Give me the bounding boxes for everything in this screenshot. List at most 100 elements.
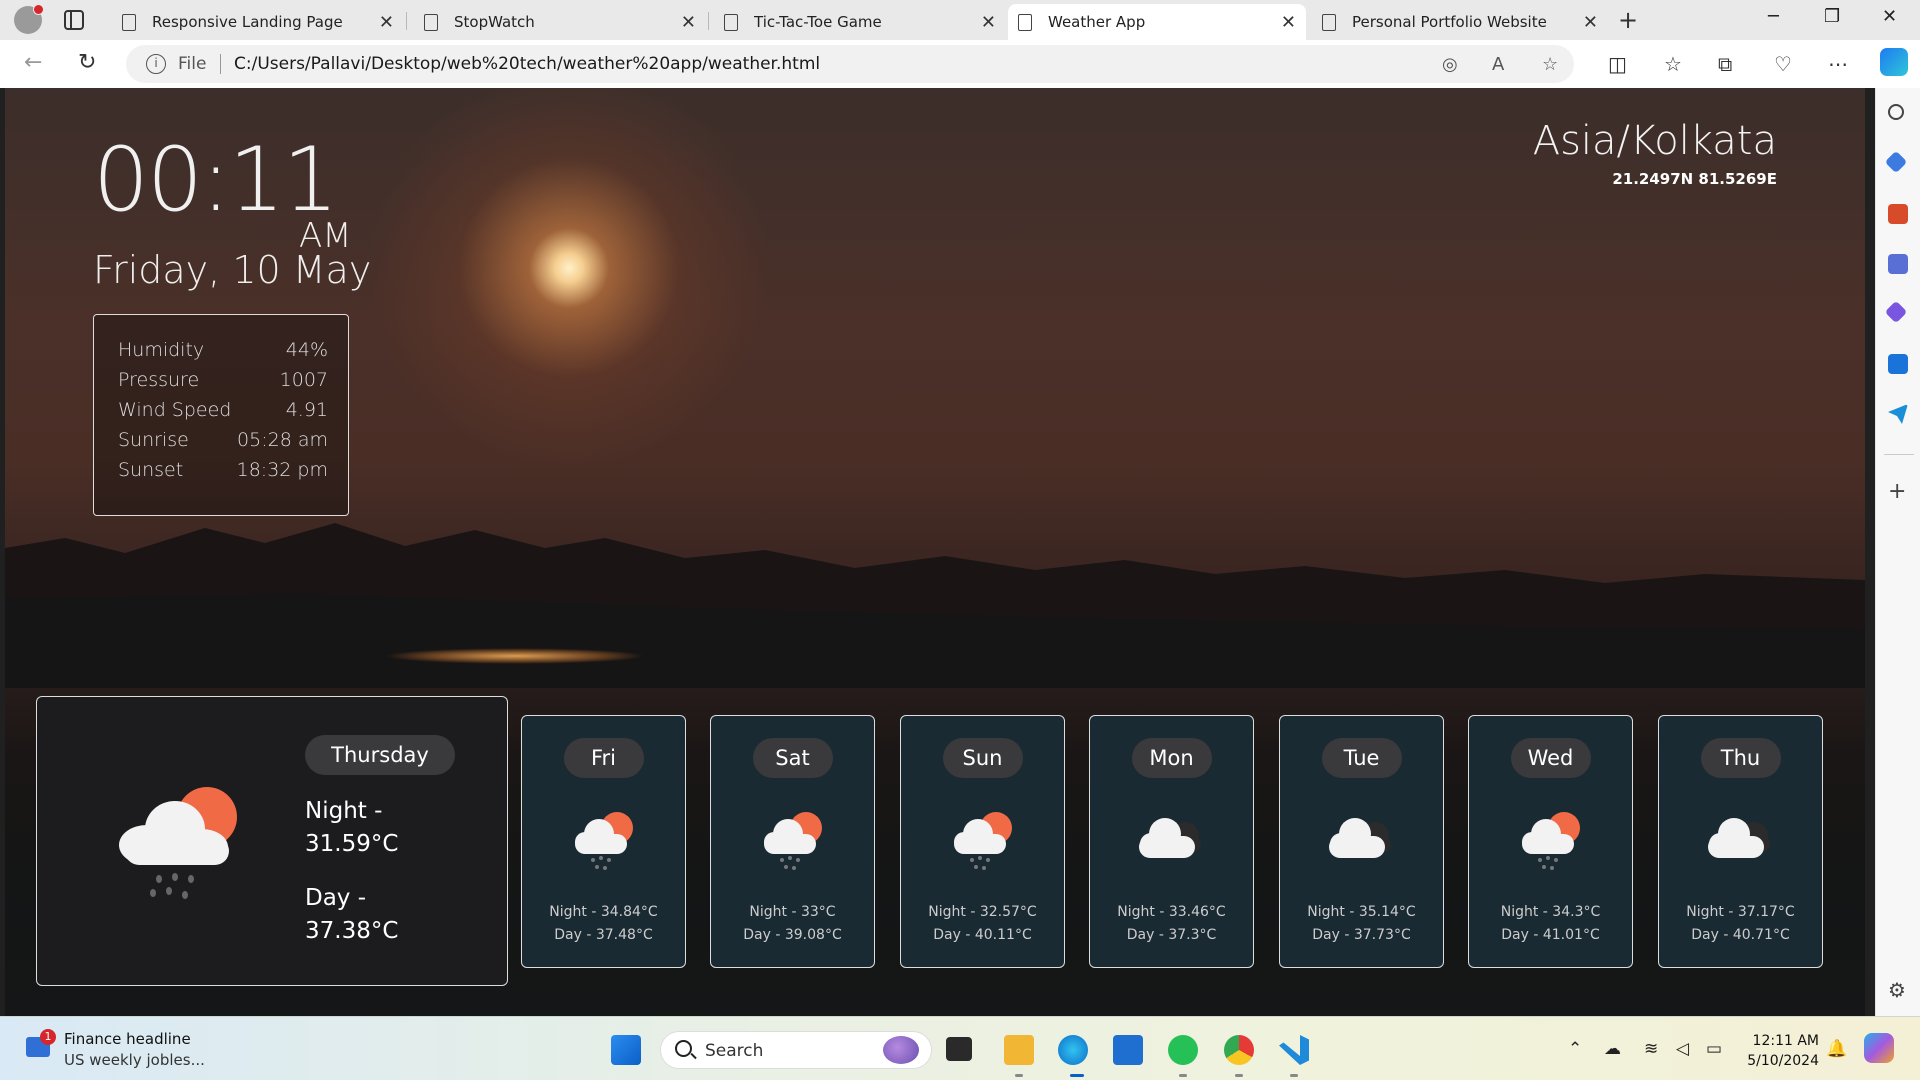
tab-strip: Responsive Landing Page ✕ StopWatch ✕ Ti…: [0, 0, 1920, 40]
favorite-star-icon[interactable]: ☆: [1542, 54, 1562, 75]
close-tab-icon[interactable]: ✕: [681, 12, 696, 33]
system-clock[interactable]: 12:11 AM 5/10/2024: [1745, 1031, 1819, 1071]
forecast-night: Night - 34.3°C: [1500, 904, 1601, 920]
clock-date: 5/10/2024: [1747, 1053, 1819, 1069]
back-button[interactable]: ←: [24, 50, 42, 75]
page-icon: [424, 13, 438, 31]
clock: 00:11 AM: [93, 128, 352, 256]
detail-value: 4.91: [285, 399, 328, 421]
close-window-button[interactable]: ✕: [1882, 6, 1897, 27]
minimize-button[interactable]: ─: [1768, 6, 1779, 27]
close-tab-icon[interactable]: ✕: [981, 12, 996, 33]
today-day-pill: Thursday: [305, 735, 455, 775]
news-subtitle[interactable]: US weekly jobles...: [64, 1051, 205, 1069]
clouds-icon: [1329, 818, 1391, 858]
store-icon[interactable]: [1113, 1035, 1143, 1065]
detail-value: 05:28 am: [237, 429, 328, 451]
chrome-icon[interactable]: [1224, 1035, 1254, 1065]
tab-tic-tac-toe[interactable]: Tic-Tac-Toe Game ✕: [714, 4, 1006, 40]
info-icon[interactable]: i: [146, 54, 166, 74]
outlook-icon[interactable]: [1888, 354, 1908, 374]
scheme-label: File: [178, 54, 207, 74]
task-view-icon[interactable]: [946, 1037, 972, 1061]
tab-stopwatch[interactable]: StopWatch ✕: [414, 4, 706, 40]
close-tab-icon[interactable]: ✕: [1583, 12, 1598, 33]
timezone: Asia/Kolkata: [1532, 118, 1777, 164]
detail-label: Wind Speed: [118, 399, 232, 421]
today-night-label: Night -: [305, 798, 383, 824]
today-day-label: Day -: [305, 885, 367, 911]
forecast-card-mon: Mon Night - 33.46°C Day - 37.3°C: [1089, 715, 1254, 968]
news-title[interactable]: Finance headline: [64, 1030, 191, 1048]
tab-label: Personal Portfolio Website: [1352, 13, 1547, 31]
forecast-day-pill: Wed: [1510, 738, 1591, 778]
tab-weather-app[interactable]: Weather App ✕: [1008, 4, 1306, 40]
tab-label: Tic-Tac-Toe Game: [754, 13, 882, 31]
page-icon: [1322, 13, 1336, 31]
address-bar[interactable]: i File C:/Users/Pallavi/Desktop/web%20te…: [126, 45, 1574, 83]
close-tab-icon[interactable]: ✕: [1281, 12, 1296, 33]
vscode-icon[interactable]: [1279, 1035, 1309, 1065]
forecast-day: Day - 39.08°C: [743, 927, 842, 943]
tab-portfolio[interactable]: Personal Portfolio Website ✕: [1312, 4, 1608, 40]
detail-value: 18:32 pm: [236, 459, 328, 481]
taskbar-search[interactable]: Search: [660, 1031, 932, 1069]
url-text[interactable]: C:/Users/Pallavi/Desktop/web%20tech/weat…: [234, 54, 820, 74]
close-tab-icon[interactable]: ✕: [379, 12, 394, 33]
forecast-card-sat: Sat Night - 33°C Day - 39.08°C: [710, 715, 875, 968]
today-night-value: 31.59°C: [305, 831, 399, 857]
notification-bell-icon[interactable]: 🔔: [1826, 1039, 1847, 1059]
notification-badge: 1: [40, 1029, 56, 1045]
forecast-day: Day - 37.48°C: [554, 927, 653, 943]
show-hidden-icons[interactable]: ⌃: [1568, 1039, 1582, 1059]
detail-label: Humidity: [118, 339, 205, 361]
split-screen-icon[interactable]: ◫: [1608, 52, 1627, 76]
forecast-card-sun: Sun Night - 32.57°C Day - 40.11°C: [900, 715, 1065, 968]
tools-icon[interactable]: [1888, 204, 1908, 224]
forecast-day: Day - 37.3°C: [1126, 927, 1217, 943]
performance-icon[interactable]: ♡: [1774, 52, 1792, 76]
onedrive-icon[interactable]: ☁: [1604, 1039, 1621, 1059]
favorites-icon[interactable]: ☆: [1664, 52, 1682, 76]
page-icon: [1018, 13, 1032, 31]
settings-gear-icon[interactable]: ⚙: [1888, 980, 1908, 1000]
forecast-night: Night - 33°C: [749, 904, 836, 920]
more-menu-icon[interactable]: ⋯: [1828, 52, 1848, 76]
new-tab-button[interactable]: +: [1618, 6, 1638, 34]
search-highlight-icon: [883, 1036, 919, 1064]
shopping-tag-icon[interactable]: [1884, 150, 1908, 174]
volume-icon[interactable]: ◁: [1676, 1039, 1689, 1059]
forecast-night: Night - 33.46°C: [1117, 904, 1226, 920]
battery-icon[interactable]: ▭: [1706, 1039, 1722, 1059]
page-icon: [724, 13, 738, 31]
whatsapp-icon[interactable]: [1168, 1035, 1198, 1065]
tab-label: StopWatch: [454, 13, 535, 31]
forecast-card-fri: Fri Night - 34.84°C Day - 37.48°C: [521, 715, 686, 968]
restore-button[interactable]: ❐: [1824, 6, 1840, 27]
sun-cloud-rain-icon: [764, 812, 822, 870]
edge-icon[interactable]: [1058, 1035, 1088, 1065]
start-button[interactable]: [611, 1035, 641, 1065]
add-sidebar-icon[interactable]: +: [1888, 481, 1908, 503]
forecast-day: Day - 41.01°C: [1501, 927, 1600, 943]
wifi-icon[interactable]: ≋: [1644, 1039, 1658, 1059]
microsoft365-icon[interactable]: [1884, 300, 1908, 324]
location-icon[interactable]: ◎: [1442, 54, 1462, 75]
edge-sidebar: + ⚙: [1875, 88, 1920, 1016]
tab-actions-icon[interactable]: [64, 10, 84, 30]
read-aloud-icon[interactable]: A: [1492, 54, 1512, 75]
games-icon[interactable]: [1888, 254, 1908, 274]
profile-avatar[interactable]: [14, 4, 44, 34]
refresh-button[interactable]: ↻: [78, 50, 96, 75]
copilot-icon[interactable]: [1880, 48, 1908, 76]
sun-cloud-rain-icon: [575, 812, 633, 870]
tab-label: Weather App: [1048, 13, 1146, 31]
collections-icon[interactable]: ⧉: [1718, 52, 1732, 76]
file-explorer-icon[interactable]: [1004, 1035, 1034, 1065]
search-icon[interactable]: [1888, 104, 1904, 120]
sun-reflection: [385, 648, 645, 664]
send-icon[interactable]: [1888, 404, 1908, 424]
copilot-taskbar-icon[interactable]: [1864, 1033, 1894, 1063]
tab-responsive-landing[interactable]: Responsive Landing Page ✕: [112, 4, 404, 40]
detail-row: Wind Speed 4.91: [118, 395, 328, 425]
